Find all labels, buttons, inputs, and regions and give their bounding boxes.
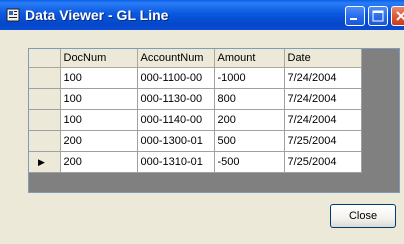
- cell-accountnum[interactable]: 000-1310-01: [137, 151, 215, 173]
- cell-amount[interactable]: 800: [214, 88, 285, 110]
- maximize-icon: [372, 10, 384, 22]
- close-icon: [396, 11, 404, 21]
- cell-docnum[interactable]: 200: [60, 151, 138, 173]
- table-row[interactable]: 200 000-1300-01 500 7/25/2004: [29, 130, 362, 152]
- cell-date[interactable]: 7/24/2004: [284, 109, 362, 131]
- close-window-button[interactable]: [391, 6, 404, 26]
- cell-date[interactable]: 7/24/2004: [284, 67, 362, 89]
- cell-amount[interactable]: 500: [214, 130, 285, 152]
- cell-amount[interactable]: 200: [214, 109, 285, 131]
- grid-header-row: DocNum AccountNum Amount Date: [29, 49, 362, 68]
- cell-docnum[interactable]: 100: [60, 109, 138, 131]
- cell-accountnum[interactable]: 000-1130-00: [137, 88, 215, 110]
- cell-amount[interactable]: -500: [214, 151, 285, 173]
- table-row[interactable]: 100 000-1140-00 200 7/24/2004: [29, 109, 362, 131]
- grid-corner-cell[interactable]: [29, 49, 61, 68]
- minimize-icon: [350, 18, 357, 20]
- cell-date[interactable]: 7/25/2004: [284, 151, 362, 173]
- cell-accountnum[interactable]: 000-1100-00: [137, 67, 215, 89]
- window-title: Data Viewer - GL Line: [25, 7, 169, 23]
- cell-docnum[interactable]: 200: [60, 130, 138, 152]
- cell-accountnum[interactable]: 000-1140-00: [137, 109, 215, 131]
- current-row-arrow-icon: ▶: [38, 156, 45, 167]
- title-bar[interactable]: Data Viewer - GL Line: [0, 0, 404, 30]
- column-header-docnum[interactable]: DocNum: [60, 49, 138, 68]
- data-grid[interactable]: DocNum AccountNum Amount Date 100 000-11…: [28, 48, 400, 193]
- close-button[interactable]: Close: [330, 204, 396, 228]
- cell-date[interactable]: 7/25/2004: [284, 130, 362, 152]
- row-header[interactable]: [29, 130, 61, 152]
- table-row[interactable]: 100 000-1130-00 800 7/24/2004: [29, 88, 362, 110]
- cell-amount[interactable]: -1000: [214, 67, 285, 89]
- column-header-amount[interactable]: Amount: [214, 49, 285, 68]
- data-grid-table: DocNum AccountNum Amount Date 100 000-11…: [29, 49, 362, 173]
- maximize-button[interactable]: [368, 6, 388, 26]
- row-header[interactable]: [29, 109, 61, 131]
- table-row[interactable]: 100 000-1100-00 -1000 7/24/2004: [29, 67, 362, 89]
- cell-accountnum[interactable]: 000-1300-01: [137, 130, 215, 152]
- cell-docnum[interactable]: 100: [60, 67, 138, 89]
- column-header-accountnum[interactable]: AccountNum: [137, 49, 215, 68]
- minimize-button[interactable]: [345, 6, 365, 26]
- table-row-current[interactable]: ▶ 200 000-1310-01 -500 7/25/2004: [29, 151, 362, 173]
- column-header-date[interactable]: Date: [284, 49, 362, 68]
- data-viewer-window: Data Viewer - GL Line DocNum AccountNum …: [0, 0, 404, 244]
- app-icon[interactable]: [6, 8, 20, 22]
- row-header-current[interactable]: ▶: [29, 151, 61, 173]
- cell-docnum[interactable]: 100: [60, 88, 138, 110]
- row-header[interactable]: [29, 88, 61, 110]
- row-header[interactable]: [29, 67, 61, 89]
- cell-date[interactable]: 7/24/2004: [284, 88, 362, 110]
